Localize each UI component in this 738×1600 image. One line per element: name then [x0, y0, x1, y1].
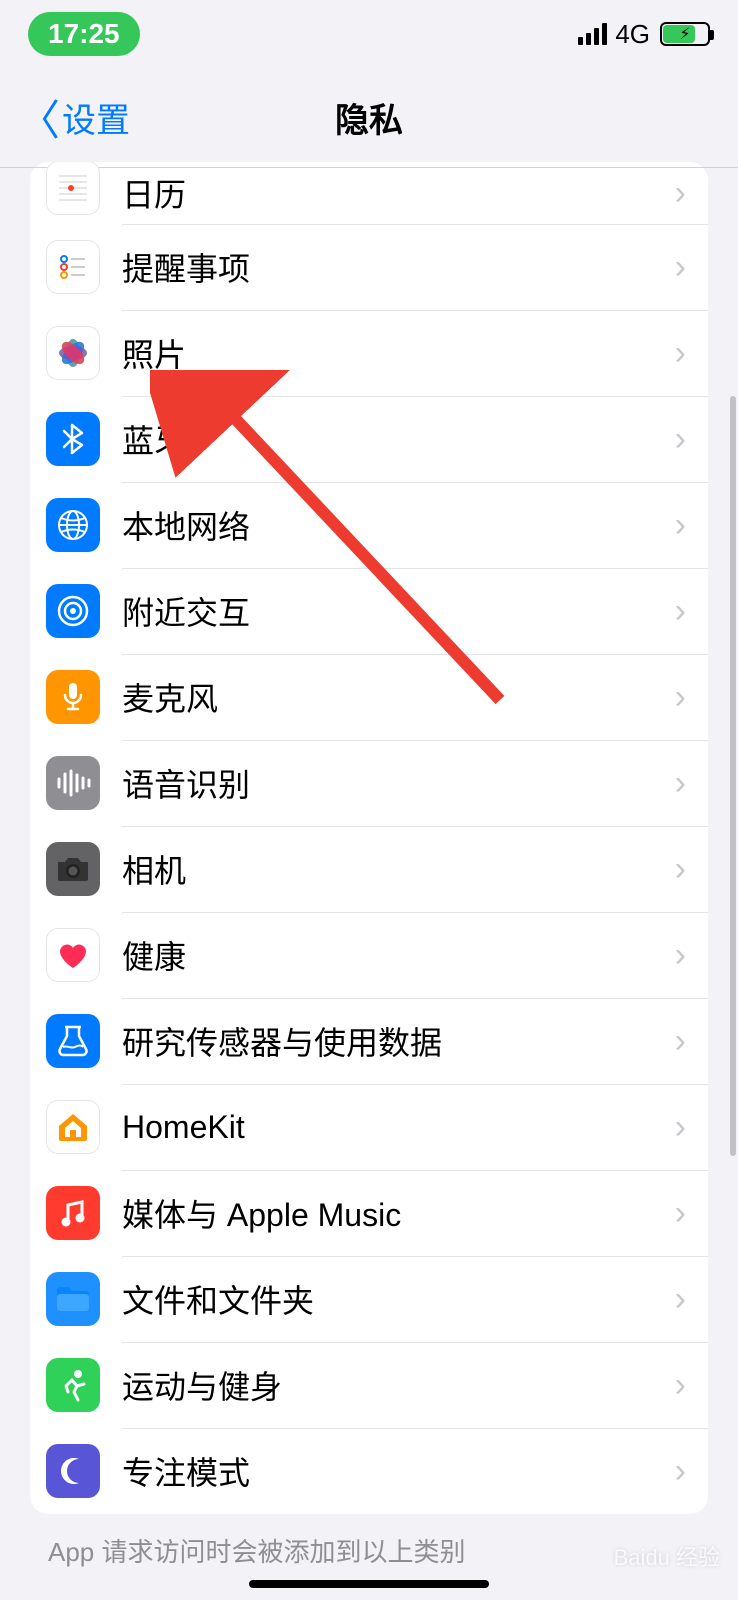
row-label: 蓝牙 [122, 416, 675, 462]
back-button[interactable]: 〈 设置 [0, 87, 130, 148]
row-focus[interactable]: 专注模式 › [30, 1428, 708, 1514]
signal-icon [578, 23, 607, 45]
chevron-right-icon: › [675, 420, 686, 459]
row-research[interactable]: 研究传感器与使用数据 › [30, 998, 708, 1084]
chevron-right-icon: › [675, 334, 686, 373]
chevron-right-icon: › [675, 1194, 686, 1233]
row-health[interactable]: 健康 › [30, 912, 708, 998]
research-icon [46, 1014, 100, 1068]
row-label: 照片 [122, 330, 675, 376]
row-label: 麦克风 [122, 674, 675, 720]
bluetooth-icon [46, 412, 100, 466]
row-label: 专注模式 [122, 1448, 675, 1494]
row-label: 提醒事项 [122, 244, 675, 290]
status-right: 4G ⚡︎ [578, 19, 710, 50]
footer-note: App 请求访问时会被添加到以上类别 [48, 1532, 708, 1569]
row-localnetwork[interactable]: 本地网络 › [30, 482, 708, 568]
chevron-right-icon: › [675, 678, 686, 717]
nearby-icon [46, 584, 100, 638]
scrollbar-indicator [730, 396, 736, 1156]
homekit-icon [46, 1100, 100, 1154]
row-label: 媒体与 Apple Music [122, 1190, 675, 1236]
home-indicator [249, 1580, 489, 1588]
row-label: 语音识别 [122, 760, 675, 806]
globe-icon [46, 498, 100, 552]
chevron-right-icon: › [675, 936, 686, 975]
row-label: 健康 [122, 932, 675, 978]
settings-list: 日历 › 提醒事项 › 照片 › 蓝牙 › [30, 162, 708, 1514]
row-nearby[interactable]: 附近交互 › [30, 568, 708, 654]
row-mic[interactable]: 麦克风 › [30, 654, 708, 740]
row-speech[interactable]: 语音识别 › [30, 740, 708, 826]
row-label: 文件和文件夹 [122, 1276, 675, 1322]
row-media[interactable]: 媒体与 Apple Music › [30, 1170, 708, 1256]
chevron-right-icon: › [675, 850, 686, 889]
row-label: 日历 [122, 170, 675, 216]
row-label: 运动与健身 [122, 1362, 675, 1408]
status-bar: 17:25 4G ⚡︎ [0, 0, 738, 68]
health-icon [46, 928, 100, 982]
photos-icon [46, 326, 100, 380]
chevron-right-icon: › [675, 1108, 686, 1147]
row-camera[interactable]: 相机 › [30, 826, 708, 912]
row-label: 研究传感器与使用数据 [122, 1018, 675, 1064]
status-time-pill: 17:25 [28, 12, 140, 56]
row-bluetooth[interactable]: 蓝牙 › [30, 396, 708, 482]
microphone-icon [46, 670, 100, 724]
row-label: 相机 [122, 846, 675, 892]
nav-bar: 〈 设置 隐私 [0, 68, 738, 168]
watermark: Baidu 经验 [614, 1540, 720, 1572]
row-label: 附近交互 [122, 588, 675, 634]
chevron-right-icon: › [675, 174, 686, 213]
row-label: 本地网络 [122, 502, 675, 548]
row-label: HomeKit [122, 1109, 675, 1146]
waveform-icon [46, 756, 100, 810]
row-homekit[interactable]: HomeKit › [30, 1084, 708, 1170]
moon-icon [46, 1444, 100, 1498]
row-reminders[interactable]: 提醒事项 › [30, 224, 708, 310]
network-label: 4G [615, 19, 650, 50]
camera-icon [46, 842, 100, 896]
calendar-icon [46, 162, 100, 215]
page-title: 隐私 [335, 93, 403, 142]
folder-icon [46, 1272, 100, 1326]
row-calendar[interactable]: 日历 › [30, 162, 708, 224]
reminders-icon [46, 240, 100, 294]
chevron-left-icon: 〈 [18, 87, 60, 148]
chevron-right-icon: › [675, 1022, 686, 1061]
chevron-right-icon: › [675, 1452, 686, 1491]
chevron-right-icon: › [675, 592, 686, 631]
chevron-right-icon: › [675, 1280, 686, 1319]
row-files[interactable]: 文件和文件夹 › [30, 1256, 708, 1342]
chevron-right-icon: › [675, 764, 686, 803]
chevron-right-icon: › [675, 506, 686, 545]
back-label: 设置 [62, 93, 130, 142]
row-fitness[interactable]: 运动与健身 › [30, 1342, 708, 1428]
chevron-right-icon: › [675, 1366, 686, 1405]
chevron-right-icon: › [675, 248, 686, 287]
battery-icon: ⚡︎ [660, 22, 710, 46]
music-icon [46, 1186, 100, 1240]
row-photos[interactable]: 照片 › [30, 310, 708, 396]
fitness-icon [46, 1358, 100, 1412]
